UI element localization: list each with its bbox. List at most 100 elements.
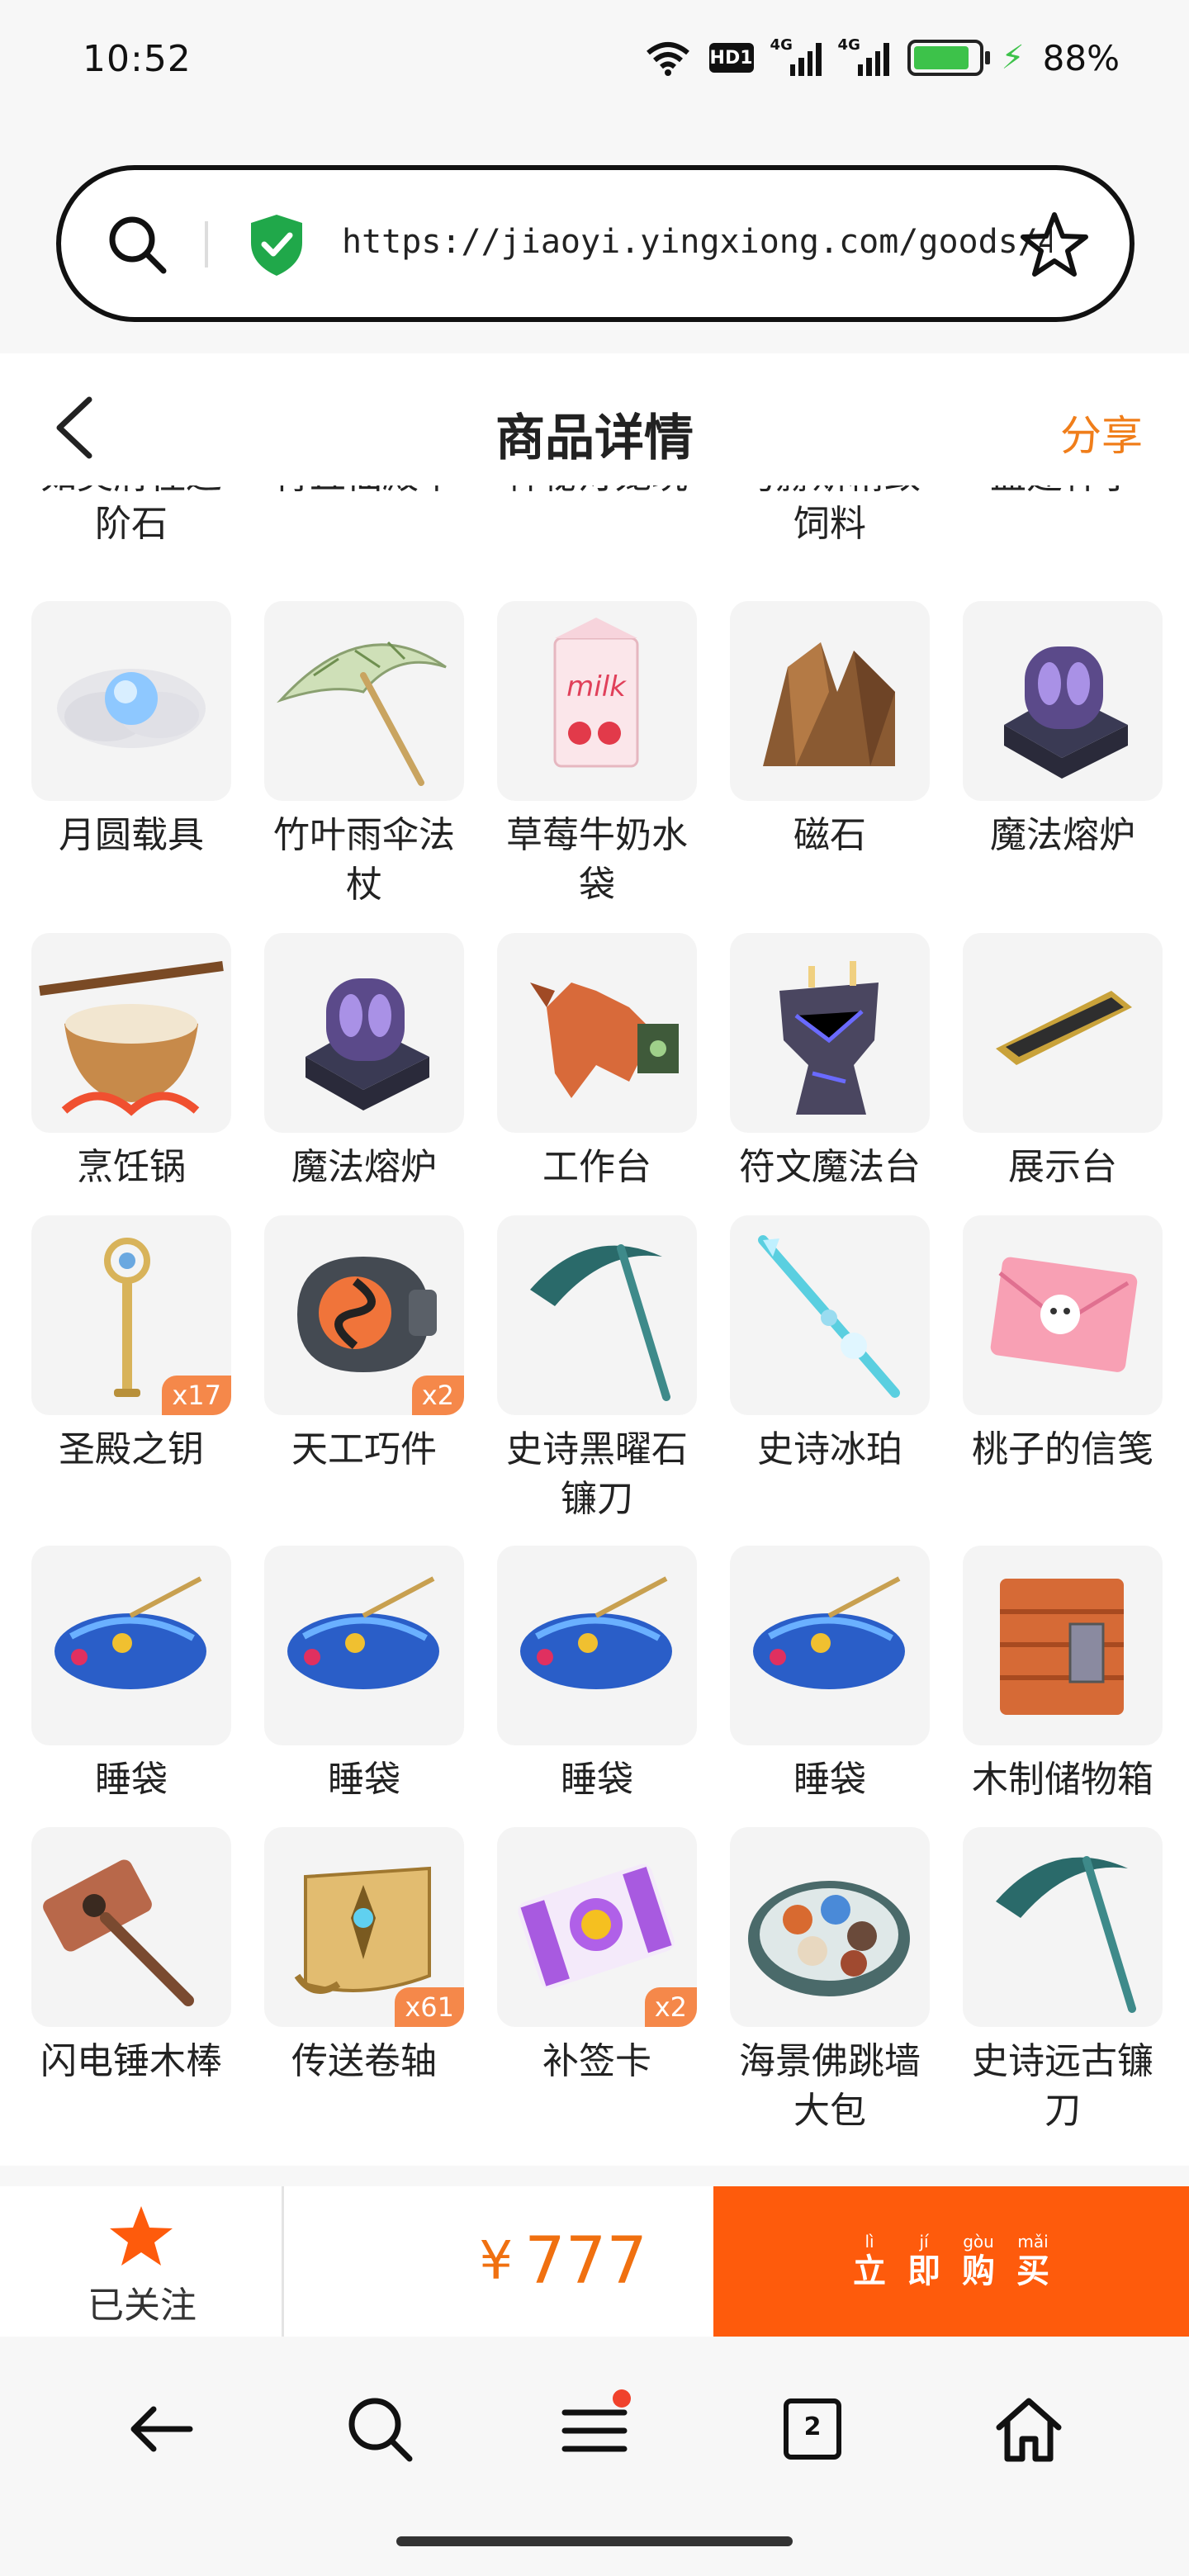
item-label: 如灵府往返阶石 <box>40 485 222 545</box>
star-filled-icon <box>110 2206 173 2266</box>
item-thumbnail[interactable] <box>730 601 930 801</box>
item-card[interactable]: 符文魔法台 <box>727 933 933 1192</box>
item-label: 海景佛跳墙大包 <box>739 2040 921 2132</box>
back-arrow-icon[interactable] <box>121 2388 203 2470</box>
item-label: 魔法熔炉 <box>990 814 1135 856</box>
price-value: 777 <box>524 2224 647 2299</box>
home-indicator <box>396 2536 793 2546</box>
item-card[interactable]: 史诗冰珀 <box>727 1215 933 1475</box>
search-icon[interactable] <box>106 213 168 276</box>
item-card[interactable]: 睡袋 <box>727 1546 933 1805</box>
item-thumbnail[interactable] <box>963 933 1163 1133</box>
item-thumbnail[interactable] <box>31 601 231 801</box>
item-card[interactable]: 睡袋 <box>494 1546 700 1805</box>
workbench-icon <box>530 983 679 1098</box>
item-card[interactable]: 桃子的信笺 <box>959 1215 1166 1475</box>
item-card[interactable]: 魔法熔炉 <box>959 601 1166 860</box>
home-icon[interactable] <box>988 2388 1070 2470</box>
item-thumbnail[interactable] <box>497 1546 697 1745</box>
signal-type-label: 4G <box>837 36 860 54</box>
item-thumbnail[interactable]: x2 <box>264 1215 464 1415</box>
item-card[interactable]: 磁石 <box>727 601 933 860</box>
item-thumbnail[interactable]: x61 <box>264 1827 464 2027</box>
item-label: 天工巧件 <box>291 1428 437 1470</box>
quantity-badge: x61 <box>395 1987 464 2027</box>
item-card[interactable]: 展示台 <box>959 933 1166 1192</box>
item-card[interactable]: 史诗黑曜石镰刀 <box>494 1215 700 1524</box>
item-thumbnail[interactable] <box>730 1827 930 2027</box>
browser-nav-bar: 2 <box>0 2338 1189 2576</box>
item-card[interactable]: 睡袋 <box>261 1546 467 1805</box>
item-thumbnail[interactable] <box>497 933 697 1133</box>
item-card[interactable]: x17 圣殿之钥 <box>28 1215 234 1475</box>
quantity-badge: x2 <box>644 1987 697 2027</box>
item-thumbnail[interactable] <box>963 1215 1163 1415</box>
item-thumbnail[interactable] <box>730 933 930 1133</box>
item-card[interactable]: x61 传送卷轴 <box>261 1827 467 2086</box>
pinyin-label: lì <box>865 2232 874 2252</box>
buy-button-char: lì 立 <box>853 2232 886 2291</box>
items-grid: 如灵府往返阶石 青丘仙殿草 神秘灯笼玩 马赫斯精致饲料 盖建杆子 月圆载具 竹叶雨伞法杖 m… <box>0 485 1189 2166</box>
item-thumbnail[interactable] <box>497 1215 697 1415</box>
item-label: 竹叶雨伞法杖 <box>273 814 455 906</box>
magic-furnace-icon <box>1004 646 1128 779</box>
tabs-icon[interactable]: 2 <box>771 2388 854 2470</box>
item-thumbnail[interactable] <box>963 1827 1163 2027</box>
item-thumbnail[interactable] <box>31 1546 231 1745</box>
search-icon[interactable] <box>339 2388 421 2470</box>
shield-check-icon <box>251 215 302 276</box>
notification-dot <box>613 2389 631 2408</box>
item-card[interactable]: 竹叶雨伞法杖 <box>261 601 467 910</box>
svg-text:milk: milk <box>566 670 627 703</box>
item-thumbnail[interactable] <box>264 601 464 801</box>
bookmark-star-icon[interactable] <box>1019 210 1090 281</box>
item-thumbnail[interactable] <box>730 1215 930 1415</box>
hanzi-label: 买 <box>1016 2252 1049 2290</box>
item-card[interactable]: 烹饪锅 <box>28 933 234 1192</box>
url-text[interactable]: https://jiaoyi.yingxiong.com/goods/43… <box>342 223 1052 261</box>
buy-now-button[interactable]: lì 立 jí 即 gòu 购 mǎi 买 <box>713 2186 1189 2337</box>
item-thumbnail[interactable] <box>963 1546 1163 1745</box>
item-thumbnail[interactable] <box>264 1546 464 1745</box>
price-display: ¥ 777 <box>284 2186 713 2337</box>
item-card[interactable]: 闪电锤木棒 <box>28 1827 234 2086</box>
magic-furnace-icon <box>306 978 429 1110</box>
item-card[interactable]: 海景佛跳墙大包 <box>727 1827 933 2136</box>
item-card[interactable]: 睡袋 <box>28 1546 234 1805</box>
item-card[interactable]: x2 补签卡 <box>494 1827 700 2086</box>
item-card[interactable]: 史诗远古镰刀 <box>959 1827 1166 2136</box>
item-thumbnail[interactable] <box>31 933 231 1133</box>
item-card[interactable]: 工作台 <box>494 933 700 1192</box>
display-stand-icon <box>996 991 1132 1065</box>
hd-badge: HD1 <box>708 43 754 73</box>
item-card[interactable]: 月圆载具 <box>28 601 234 860</box>
sleeping-bag-icon <box>520 1576 672 1689</box>
cooking-pot-icon <box>39 961 224 1116</box>
menu-icon[interactable] <box>553 2388 636 2470</box>
item-label: 月圆载具 <box>59 814 204 856</box>
item-label: 史诗冰珀 <box>757 1428 902 1470</box>
follow-button[interactable]: 已关注 <box>0 2186 284 2337</box>
status-icons: HD1 4G 4G ⚡ 88% <box>645 36 1120 79</box>
item-thumbnail[interactable] <box>963 601 1163 801</box>
item-thumbnail[interactable] <box>31 1827 231 2027</box>
item-thumbnail[interactable]: x17 <box>31 1215 231 1415</box>
item-card[interactable]: 魔法熔炉 <box>261 933 467 1192</box>
share-button[interactable]: 分享 <box>1060 403 1143 462</box>
cut-off-row: 如灵府往返阶石 青丘仙殿草 神秘灯笼玩 马赫斯精致饲料 盖建杆子 <box>0 485 1189 568</box>
item-label: 磁石 <box>793 814 866 856</box>
item-card[interactable]: milk 草莓牛奶水袋 <box>494 601 700 910</box>
item-card[interactable]: 木制储物箱 <box>959 1546 1166 1805</box>
address-bar[interactable]: https://jiaoyi.yingxiong.com/goods/43… <box>56 165 1135 322</box>
item-thumbnail[interactable] <box>264 933 464 1133</box>
item-label: 工作台 <box>542 1146 651 1188</box>
item-thumbnail[interactable]: milk <box>497 601 697 801</box>
buy-button-char: gòu 购 <box>962 2232 995 2291</box>
item-label: 睡袋 <box>95 1759 168 1801</box>
item-thumbnail[interactable]: x2 <box>497 1827 697 2027</box>
item-label: 圣殿之钥 <box>59 1428 204 1470</box>
item-label: 传送卷轴 <box>291 2040 437 2082</box>
item-thumbnail[interactable] <box>730 1546 930 1745</box>
item-card[interactable]: x2 天工巧件 <box>261 1215 467 1475</box>
moon-orb-icon <box>57 669 206 748</box>
